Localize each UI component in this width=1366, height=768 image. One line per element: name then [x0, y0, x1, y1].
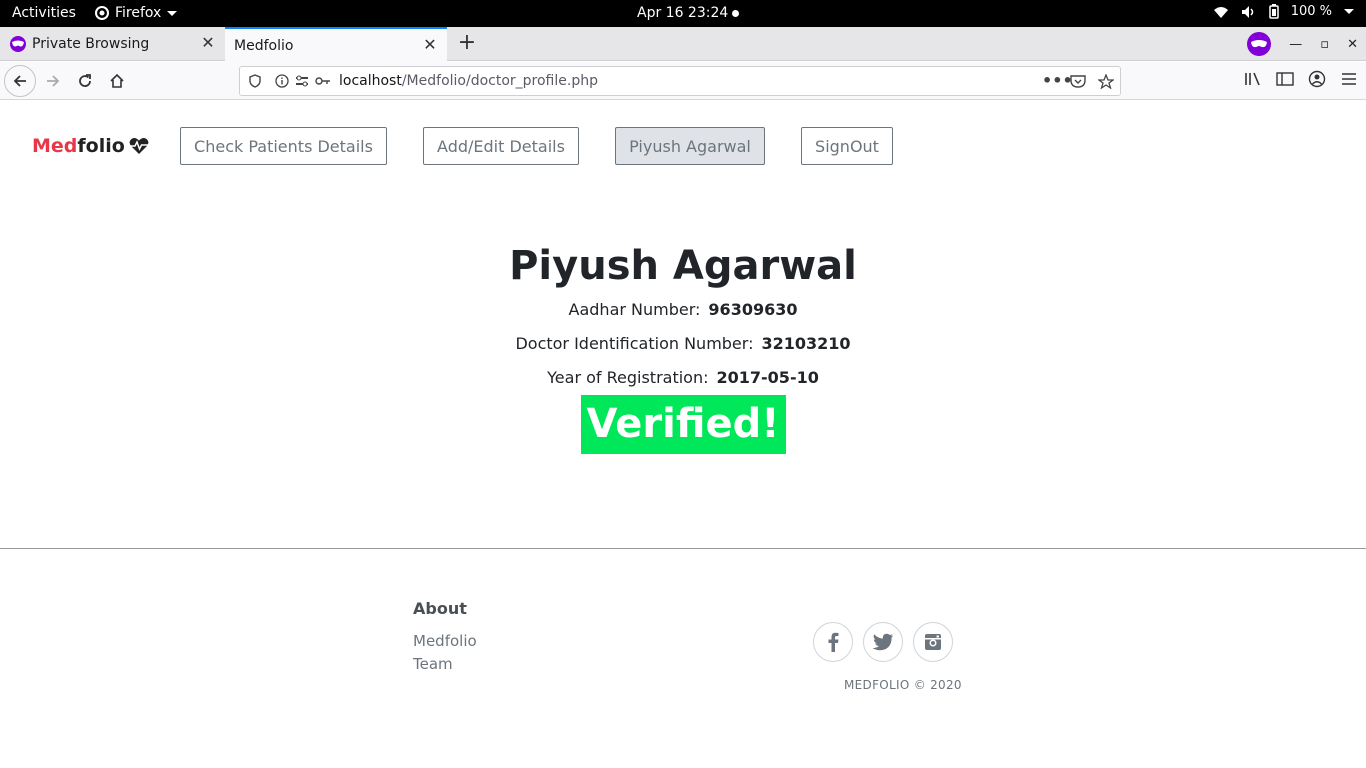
aadhar-label: Aadhar Number:	[568, 300, 701, 319]
tab-medfolio[interactable]: Medfolio ✕	[225, 27, 447, 62]
window-controls: — ▫ ✕	[1247, 27, 1358, 61]
registration-row: Year of Registration: 2017-05-10	[0, 361, 1366, 395]
tab-label: Medfolio	[234, 37, 294, 54]
close-icon[interactable]: ✕	[423, 37, 437, 53]
back-button[interactable]	[4, 65, 36, 97]
back-arrow-icon	[13, 75, 26, 87]
system-top-bar: Activities Firefox Apr 16 23:24 100 %	[0, 0, 1366, 27]
aadhar-value: 96309630	[708, 300, 798, 319]
forward-arrow-icon	[47, 75, 60, 87]
volume-icon	[1241, 5, 1253, 18]
reload-button[interactable]	[69, 65, 101, 97]
activities-button[interactable]: Activities	[12, 5, 76, 21]
facebook-button[interactable]	[813, 622, 853, 662]
about-heading: About	[413, 599, 467, 618]
chevron-down-icon	[1344, 9, 1354, 14]
footer-divider	[0, 548, 1366, 549]
footer-link-medfolio[interactable]: Medfolio	[413, 630, 477, 653]
tab-private-browsing[interactable]: Private Browsing ✕	[0, 27, 225, 61]
app-menu-label: Firefox	[115, 5, 162, 21]
aadhar-row: Aadhar Number: 96309630	[0, 293, 1366, 327]
doctor-profile: Piyush Agarwal Aadhar Number: 96309630 Do…	[0, 239, 1366, 454]
bookmark-star-icon[interactable]	[1097, 73, 1115, 93]
info-icon[interactable]	[275, 74, 289, 92]
instagram-button[interactable]	[913, 622, 953, 662]
web-page: Medfolio Check Patients Details Add/Edit…	[0, 101, 1366, 768]
twitter-icon	[872, 633, 893, 651]
reload-icon	[79, 74, 91, 87]
wifi-icon	[1213, 6, 1228, 18]
close-icon[interactable]: ✕	[201, 35, 215, 51]
verified-badge: Verified!	[580, 395, 786, 454]
private-browsing-icon	[1247, 32, 1272, 56]
menu-icon[interactable]	[1340, 71, 1358, 91]
doctor-name: Piyush Agarwal	[509, 243, 857, 289]
add-edit-details-button[interactable]: Add/Edit Details	[423, 127, 579, 165]
clock[interactable]: Apr 16 23:24	[637, 5, 740, 21]
page-actions-icon[interactable]: •••	[1042, 71, 1073, 90]
brand-logo[interactable]: Medfolio	[32, 135, 149, 157]
chevron-down-icon	[167, 10, 178, 16]
url-text[interactable]: localhost/Medfolio/doctor_profile.php	[339, 73, 598, 89]
navigation-toolbar: localhost/Medfolio/doctor_profile.php ••…	[0, 62, 1366, 100]
app-menu[interactable]: Firefox	[95, 5, 178, 21]
url-host: localhost	[339, 73, 402, 89]
tab-strip: Private Browsing ✕ Medfolio ✕ + — ▫ ✕	[0, 27, 1366, 62]
doctor-id-value: 32103210	[761, 334, 851, 353]
status-menu[interactable]: 100 %	[1213, 4, 1354, 19]
firefox-icon	[95, 6, 109, 20]
doctor-id-row: Doctor Identification Number: 32103210	[0, 327, 1366, 361]
social-links	[813, 622, 953, 662]
battery-percentage: 100 %	[1290, 4, 1332, 19]
home-button[interactable]	[101, 65, 133, 97]
footer-about: About Medfolio Team	[413, 599, 477, 676]
private-browsing-icon	[10, 36, 26, 52]
notification-dot-icon	[732, 9, 740, 17]
footer-link-team[interactable]: Team	[413, 653, 477, 676]
signout-button[interactable]: SignOut	[801, 127, 893, 165]
shield-icon[interactable]	[248, 74, 262, 92]
close-window-button[interactable]: ✕	[1347, 37, 1358, 52]
brand-accent: Med	[32, 135, 78, 157]
facebook-icon	[828, 632, 839, 652]
brand-rest: folio	[77, 135, 125, 157]
account-icon[interactable]	[1308, 70, 1326, 92]
instagram-icon	[925, 634, 941, 650]
sidebar-icon[interactable]	[1276, 71, 1294, 91]
library-icon[interactable]	[1244, 71, 1262, 91]
new-tab-button[interactable]: +	[455, 30, 479, 56]
minimize-button[interactable]: —	[1289, 37, 1302, 52]
copyright: MEDFOLIO © 2020	[844, 678, 962, 692]
key-icon[interactable]	[315, 74, 331, 92]
tab-label: Private Browsing	[32, 36, 150, 52]
url-bar[interactable]: localhost/Medfolio/doctor_profile.php ••…	[239, 66, 1121, 96]
pocket-icon[interactable]	[1070, 74, 1086, 92]
check-patients-button[interactable]: Check Patients Details	[180, 127, 387, 165]
registration-label: Year of Registration:	[547, 368, 709, 387]
user-profile-button[interactable]: Piyush Agarwal	[615, 127, 765, 165]
permissions-icon[interactable]	[295, 74, 309, 92]
heartbeat-icon	[129, 138, 149, 154]
registration-value: 2017-05-10	[716, 368, 819, 387]
battery-icon	[1268, 4, 1279, 19]
home-icon	[110, 73, 124, 88]
twitter-button[interactable]	[863, 622, 903, 662]
url-path: /Medfolio/doctor_profile.php	[401, 73, 598, 89]
toolbar-right	[1244, 65, 1358, 97]
maximize-button[interactable]: ▫	[1320, 37, 1329, 52]
forward-button[interactable]	[37, 65, 69, 97]
doctor-id-label: Doctor Identification Number:	[515, 334, 754, 353]
clock-label: Apr 16 23:24	[637, 5, 729, 21]
